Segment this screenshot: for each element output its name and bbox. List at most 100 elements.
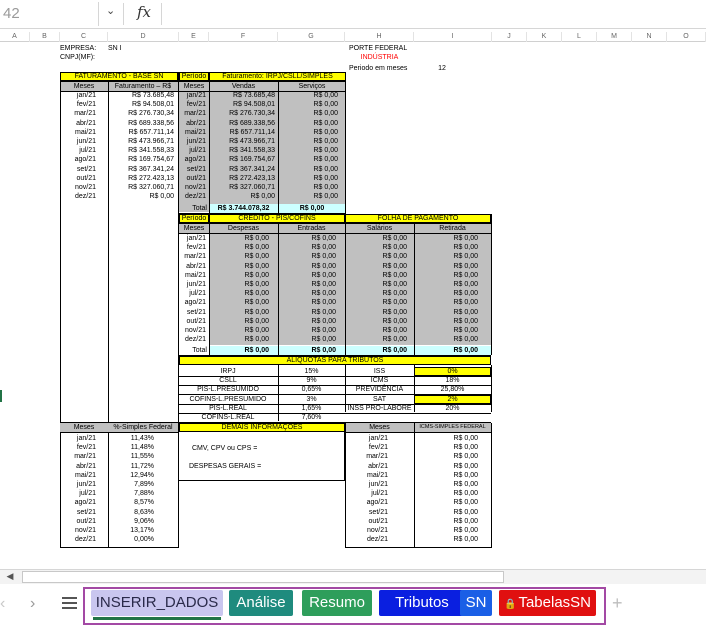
despesas-value: R$ 0,00 bbox=[244, 327, 269, 334]
column-header[interactable]: N bbox=[632, 32, 667, 42]
month-cell: set/21 bbox=[76, 165, 96, 173]
retirada-value: R$ 0,00 bbox=[453, 336, 478, 344]
column-header[interactable]: B bbox=[30, 32, 60, 42]
month-cell: dez/21 bbox=[184, 336, 206, 344]
retirada-value: R$ 0,00 bbox=[453, 244, 478, 252]
aliquota-value: 0% bbox=[447, 368, 458, 375]
function-icon[interactable]: fx bbox=[137, 3, 151, 21]
vertical-border bbox=[345, 365, 346, 412]
add-sheet-icon[interactable]: + bbox=[612, 593, 623, 614]
name-box-dropdown-icon[interactable]: ⌄ bbox=[106, 4, 115, 17]
previous-sheet-icon[interactable]: ‹ bbox=[0, 595, 5, 613]
icms-value: R$ 0,00 bbox=[453, 481, 478, 488]
month-cell: dez/21 bbox=[366, 536, 388, 544]
aliquota-value: 15% bbox=[304, 368, 319, 375]
sheet-grid[interactable]: EMPRESA: SN I CNPJ(MF): PORTE FEDERAL INDÚST… bbox=[0, 42, 706, 570]
column-header[interactable]: H bbox=[345, 32, 414, 42]
sheet-tab-label: Resumo bbox=[309, 594, 365, 611]
salarios-value: R$ 0,00 bbox=[382, 290, 407, 298]
header-simples: %-Simples Federal bbox=[113, 424, 173, 431]
month-cell: jul/21 bbox=[79, 147, 96, 155]
entradas-value: R$ 0,00 bbox=[311, 327, 336, 334]
column-header[interactable]: L bbox=[562, 32, 597, 42]
formula-bar: 42 ⌄ fx bbox=[0, 0, 706, 29]
month-cell: ago/21 bbox=[184, 156, 206, 164]
vendas-value: R$ 73.685,48 bbox=[232, 92, 275, 99]
scrollbar-thumb[interactable] bbox=[22, 571, 504, 583]
column-header[interactable]: I bbox=[414, 32, 492, 42]
salarios-value: R$ 0,00 bbox=[382, 327, 407, 334]
despesas-gerais-label: DESPESAS GERAIS = bbox=[189, 463, 262, 470]
sheet-tab-tabelassn[interactable]: 🔒 TabelasSN bbox=[499, 590, 596, 616]
aliquota-label: INSS PRO-LABORE bbox=[347, 404, 412, 412]
retirada-value: R$ 0,00 bbox=[453, 327, 478, 334]
aliquota-label: ISS bbox=[373, 368, 386, 375]
horizontal-border bbox=[179, 394, 491, 396]
column-header[interactable]: J bbox=[492, 32, 527, 42]
sheet-tab-resumo[interactable]: Resumo bbox=[302, 590, 372, 616]
column-header[interactable]: C bbox=[60, 32, 108, 42]
demais-title: DEMAIS INFORMAÇÕES bbox=[221, 424, 303, 431]
header-despesas: Despesas bbox=[227, 225, 260, 232]
horizontal-scrollbar[interactable]: ◀ bbox=[0, 569, 706, 584]
servicos-value: R$ 0,00 bbox=[313, 193, 338, 201]
despesas-value: R$ 0,00 bbox=[244, 262, 269, 270]
sheet-tab-an-lise[interactable]: Análise bbox=[229, 590, 293, 616]
industria-label: INDÚSTRIA bbox=[360, 54, 399, 61]
column-header[interactable]: G bbox=[278, 32, 345, 42]
fat-title2: Faturamento: IRPJ/CSLL/SIMPLES bbox=[222, 73, 333, 80]
month-cell: mar/21 bbox=[184, 110, 206, 118]
sheet-tab-tributos[interactable]: Tributos bbox=[379, 590, 465, 616]
periodo-label-2: Período bbox=[181, 215, 207, 222]
salarios-value: R$ 0,00 bbox=[382, 308, 407, 316]
cmv-label: CMV, CPV ou CPS = bbox=[192, 445, 258, 452]
retirada-value: R$ 0,00 bbox=[453, 271, 478, 279]
column-header[interactable]: A bbox=[0, 32, 30, 42]
formula-input[interactable] bbox=[161, 3, 706, 25]
month-cell: jul/21 bbox=[189, 147, 206, 155]
sheet-list-menu-icon[interactable] bbox=[62, 597, 77, 609]
sheet-tab-inserir-dados[interactable]: INSERIR_DADOS bbox=[91, 590, 223, 620]
faturamento-value: R$ 689.338,56 bbox=[128, 119, 174, 127]
column-header[interactable]: E bbox=[179, 32, 209, 42]
aliquota-label: ICMS bbox=[370, 377, 389, 385]
header-entradas: Entradas bbox=[297, 225, 326, 232]
aliquota-value: 20% bbox=[445, 404, 460, 412]
vertical-border bbox=[491, 365, 492, 412]
aliquota-label: PREVIDÊNCIA bbox=[355, 386, 404, 394]
aliquota-value: 25,80% bbox=[440, 386, 465, 394]
simples-value: 8,63% bbox=[134, 508, 154, 516]
vendas-value: R$ 473.966,71 bbox=[229, 138, 275, 145]
next-sheet-icon[interactable]: › bbox=[30, 595, 35, 613]
month-cell: mai/21 bbox=[74, 471, 96, 479]
column-header[interactable]: D bbox=[108, 32, 179, 42]
horizontal-border bbox=[179, 403, 491, 405]
sheet-tab-label: TabelasSN bbox=[518, 594, 591, 611]
active-tab-underline bbox=[93, 617, 221, 620]
month-cell: jan/21 bbox=[76, 92, 96, 99]
column-header[interactable]: O bbox=[667, 32, 706, 42]
column-header[interactable]: F bbox=[209, 32, 278, 42]
entradas-value: R$ 0,00 bbox=[311, 244, 336, 252]
scroll-left-icon[interactable]: ◀ bbox=[3, 571, 17, 583]
periodo-label-1: Período bbox=[181, 73, 207, 80]
month-cell: jan/21 bbox=[186, 92, 206, 99]
total-label: Total bbox=[192, 347, 207, 354]
vendas-value: R$ 327.060,71 bbox=[229, 184, 275, 191]
column-header[interactable]: M bbox=[597, 32, 632, 42]
column-header[interactable]: K bbox=[527, 32, 562, 42]
aliquota-value: 2% bbox=[447, 395, 458, 403]
horizontal-border bbox=[179, 480, 345, 481]
salarios-value: R$ 0,00 bbox=[382, 281, 407, 288]
vendas-value: R$ 94.508,01 bbox=[232, 101, 275, 109]
vertical-border bbox=[345, 214, 346, 355]
periodo-label: Periodo em meses bbox=[349, 65, 408, 72]
month-cell: jan/21 bbox=[186, 235, 206, 242]
sheet-tab-bar: ‹ › + INSERIR_DADOS Análise Resumo Tributos… bbox=[0, 585, 706, 627]
servicos-value: R$ 0,00 bbox=[313, 138, 338, 145]
name-box[interactable]: 42 bbox=[0, 2, 99, 26]
lock-icon: 🔒 bbox=[504, 599, 517, 610]
faturamento-value: R$ 327.060,71 bbox=[128, 184, 174, 191]
faturamento-value: R$ 657.711,14 bbox=[128, 128, 174, 136]
sheet-tab-sn[interactable]: SN bbox=[460, 590, 492, 616]
